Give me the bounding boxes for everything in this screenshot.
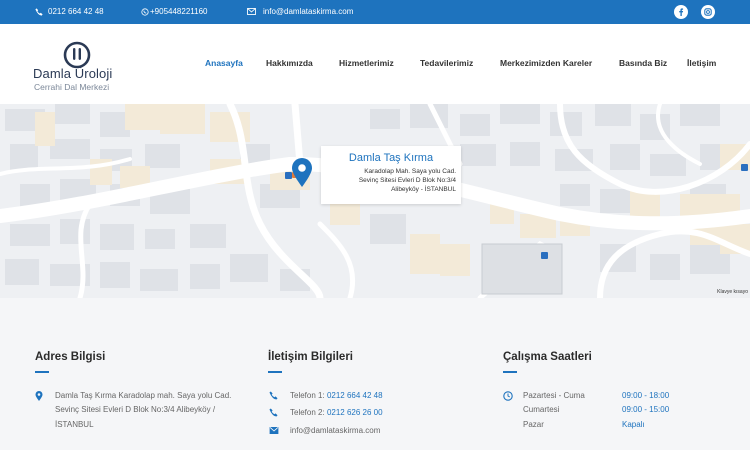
nav-tedavilerimiz[interactable]: Tedavilerimiz bbox=[420, 58, 473, 68]
site-header: Damla Üroloji Cerrahi Dal Merkezi Anasay… bbox=[0, 24, 750, 104]
envelope-icon bbox=[247, 8, 256, 15]
contact-phone1: Telefon 1: 0212 664 42 48 bbox=[290, 391, 383, 400]
instagram-icon bbox=[704, 8, 712, 16]
envelope-icon bbox=[269, 427, 279, 434]
logo-title: Damla Üroloji bbox=[33, 66, 113, 81]
top-bar: 0212 664 42 48 +905448221160 info@damlat… bbox=[0, 0, 750, 24]
hours-title: Çalışma Saatleri bbox=[503, 351, 592, 363]
nav-iletisim[interactable]: İletişim bbox=[687, 58, 716, 68]
hours-day-saturday: Cumartesi bbox=[523, 405, 560, 414]
topbar-phone[interactable]: 0212 664 42 48 bbox=[35, 7, 104, 16]
logo-subtitle: Cerrahi Dal Merkezi bbox=[34, 82, 110, 92]
phone-icon bbox=[35, 7, 43, 16]
facebook-icon bbox=[679, 8, 684, 16]
topbar-email[interactable]: info@damlataskirma.com bbox=[247, 7, 353, 16]
footer: Adres Bilgisi Damla Taş Kırma Karadolap … bbox=[0, 298, 750, 450]
map-card-address-line3: Alibeyköy - İSTANBUL bbox=[391, 186, 456, 193]
map-card-address-line2: Sevinç Sitesi Evleri D Blok No:3/4 bbox=[358, 177, 456, 184]
phone-icon bbox=[269, 408, 278, 417]
map-marker-icon bbox=[35, 391, 43, 401]
phone2-link[interactable]: 0212 626 26 00 bbox=[327, 408, 383, 417]
address-line3: İSTANBUL bbox=[55, 420, 94, 429]
address-line2: Sevinç Sitesi Evleri D Blok No:3/4 Alibe… bbox=[55, 405, 216, 414]
contact-email-link[interactable]: info@damlataskirma.com bbox=[290, 426, 380, 435]
map-card-address-line1: Karadolap Mah. Saya yolu Cad. bbox=[364, 168, 456, 175]
site-logo[interactable]: Damla Üroloji Cerrahi Dal Merkezi bbox=[33, 41, 143, 97]
hours-time-saturday: 09:00 - 15:00 bbox=[622, 405, 670, 414]
nav-hakkimizda[interactable]: Hakkımızda bbox=[266, 58, 313, 68]
hours-time-weekday: 09:00 - 18:00 bbox=[622, 391, 670, 400]
map-info-card: Damla Taş Kırma Karadolap Mah. Saya yolu… bbox=[321, 146, 461, 204]
facebook-link[interactable] bbox=[674, 5, 688, 19]
address-title-underline bbox=[35, 371, 49, 373]
hours-day-weekday: Pazartesi - Cuma bbox=[523, 391, 585, 400]
nav-anasayfa[interactable]: Anasayfa bbox=[205, 58, 243, 68]
address-line1: Damla Taş Kırma Karadolap mah. Saya yolu… bbox=[55, 391, 232, 400]
topbar-email-text: info@damlataskirma.com bbox=[263, 7, 354, 16]
address-title: Adres Bilgisi bbox=[35, 351, 106, 363]
phone1-label: Telefon 1: bbox=[290, 391, 325, 400]
phone1-link[interactable]: 0212 664 42 48 bbox=[327, 391, 383, 400]
whatsapp-icon bbox=[141, 7, 149, 16]
hours-day-sunday: Pazar bbox=[523, 420, 544, 429]
phone-icon bbox=[269, 391, 278, 400]
contact-title-underline bbox=[268, 371, 282, 373]
nav-merkezimizden-kareler[interactable]: Merkezimizden Kareler bbox=[500, 58, 592, 68]
instagram-link[interactable] bbox=[701, 5, 715, 19]
nav-hizmetlerimiz[interactable]: Hizmetlerimiz bbox=[339, 58, 394, 68]
phone2-label: Telefon 2: bbox=[290, 408, 325, 417]
topbar-phone-text: 0212 664 42 48 bbox=[48, 7, 104, 16]
hours-time-sunday: Kapalı bbox=[622, 420, 645, 429]
clock-icon bbox=[503, 391, 513, 401]
map-card-title: Damla Taş Kırma bbox=[348, 152, 434, 164]
nav-basinda-biz[interactable]: Basında Biz bbox=[619, 58, 667, 68]
contact-title: İletişim Bilgileri bbox=[268, 351, 353, 363]
map-attribution[interactable]: Klavye kısayo bbox=[717, 289, 748, 295]
contact-phone2: Telefon 2: 0212 626 26 00 bbox=[290, 408, 383, 417]
topbar-whatsapp-text: +905448221160 bbox=[150, 7, 208, 16]
hours-title-underline bbox=[503, 371, 517, 373]
topbar-whatsapp[interactable]: +905448221160 bbox=[141, 7, 207, 16]
